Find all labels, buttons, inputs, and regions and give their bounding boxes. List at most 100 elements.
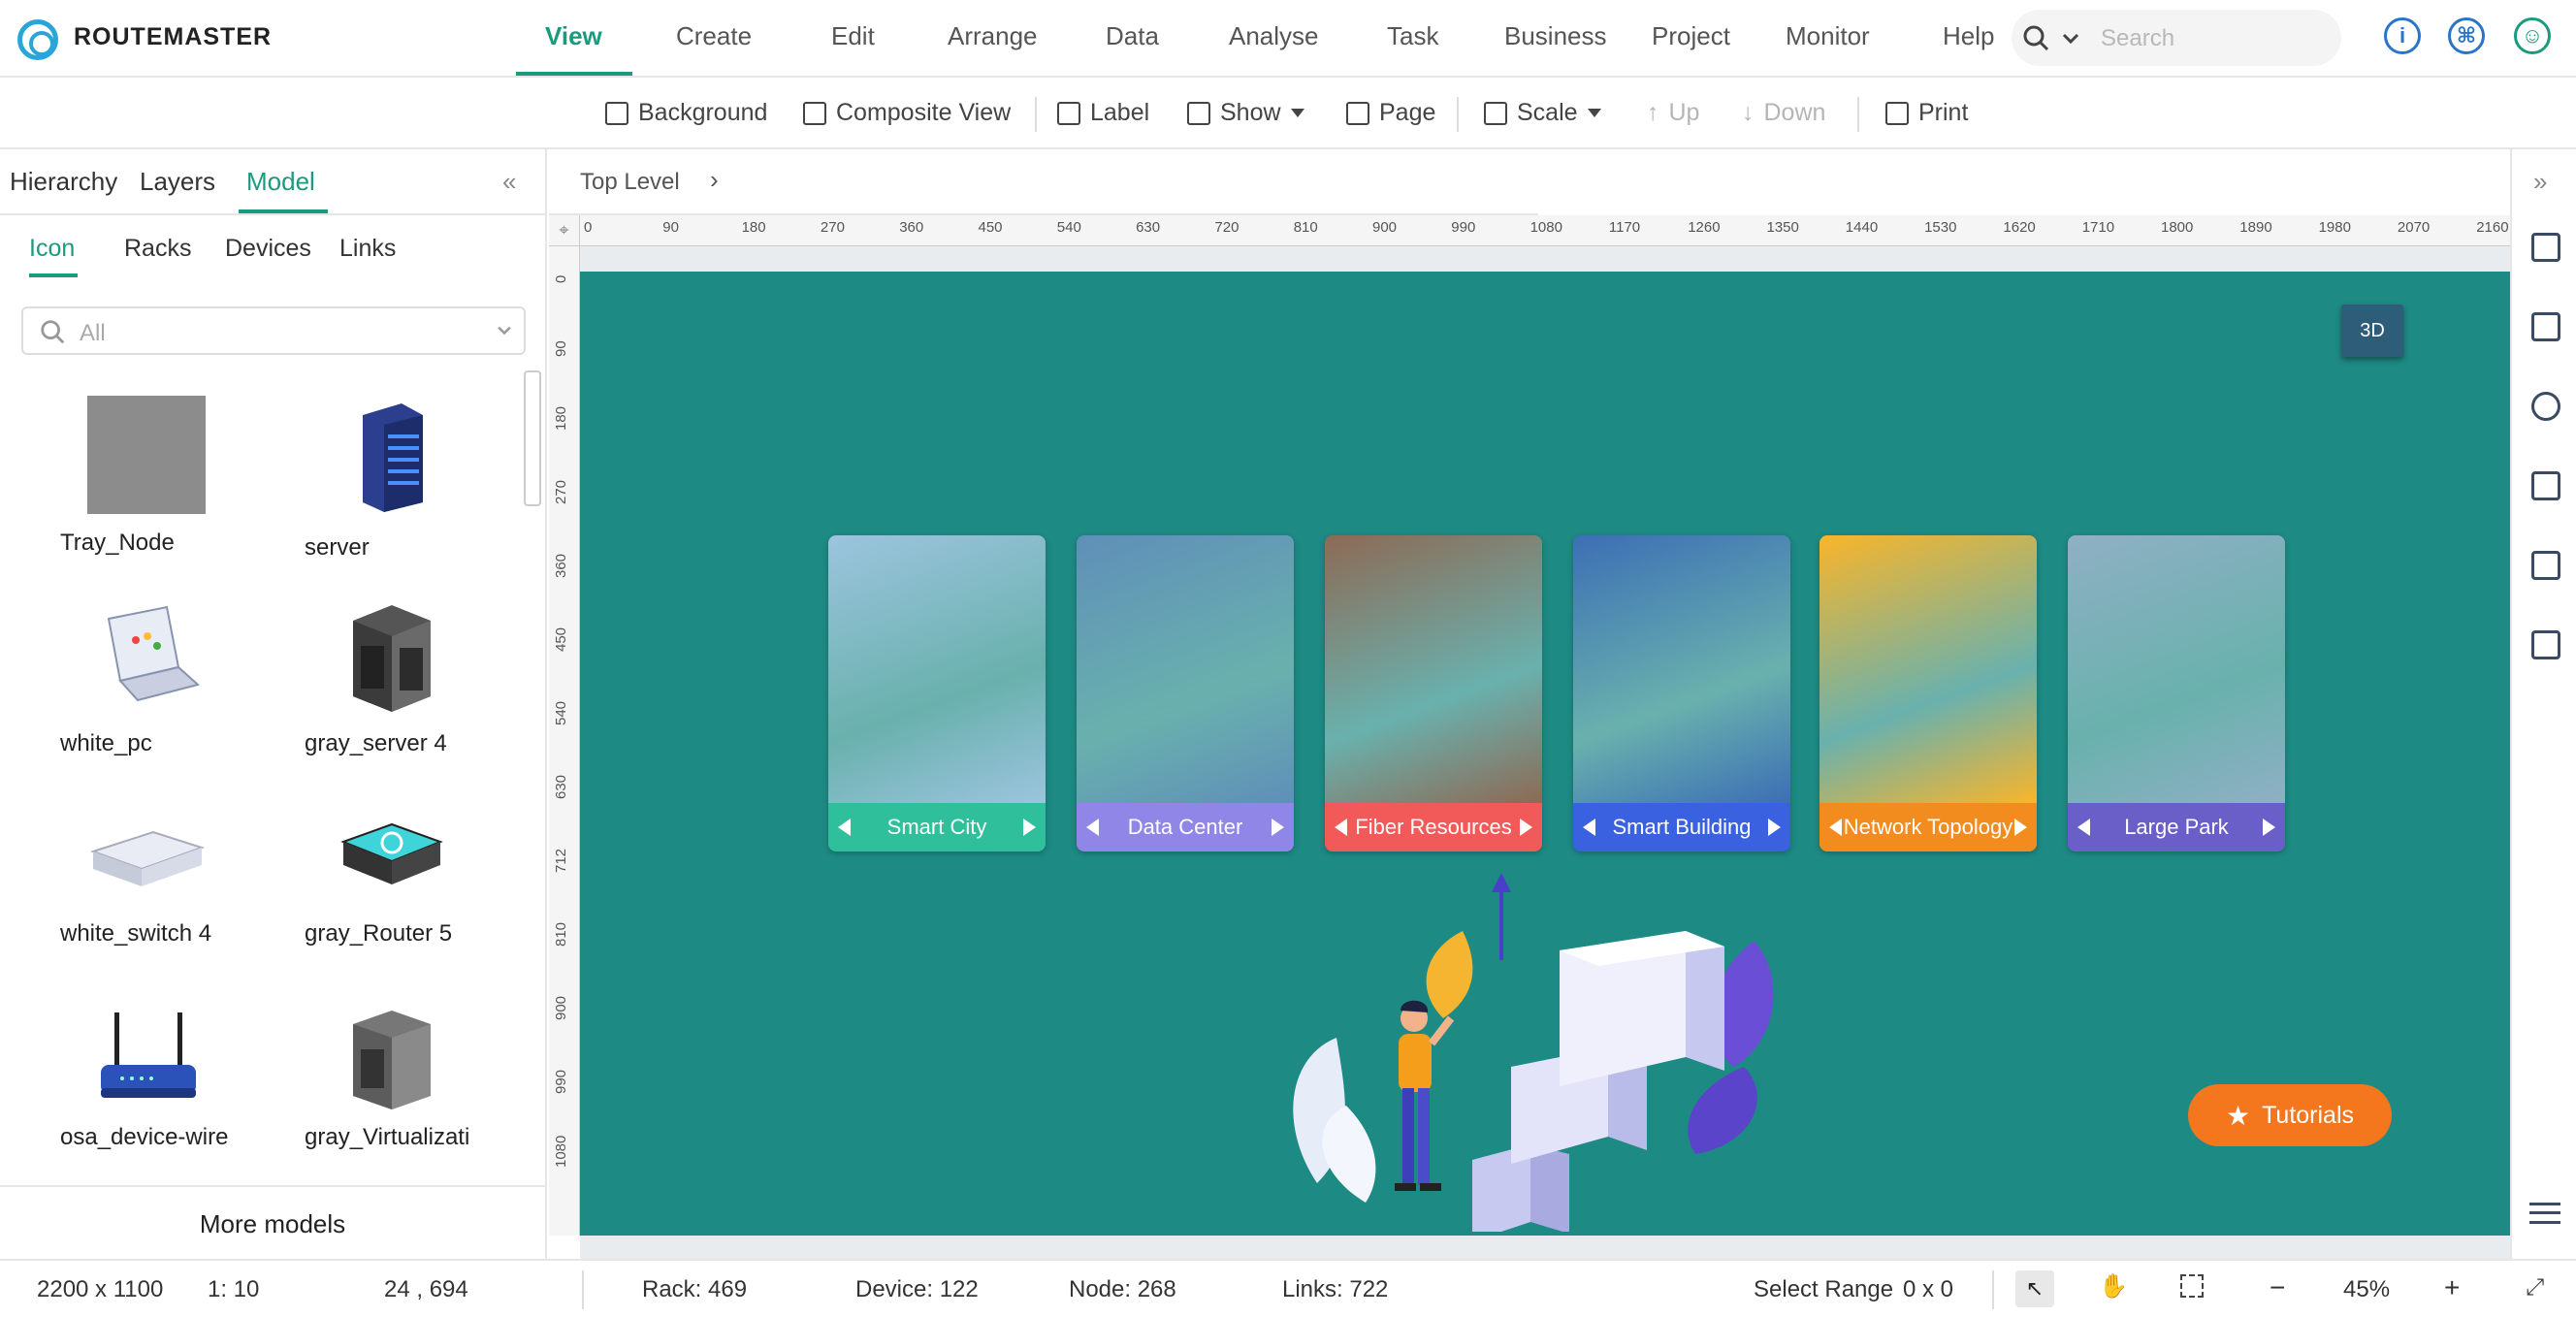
arrow-right-icon[interactable] (2014, 819, 2027, 836)
arrow-left-icon[interactable] (838, 819, 851, 836)
arrow-right-icon[interactable] (2263, 819, 2275, 836)
tutorials-button[interactable]: ★ Tutorials (2188, 1084, 2392, 1146)
label-button[interactable]: Label (1057, 99, 1149, 127)
menu-analyse[interactable]: Analyse (1229, 21, 1319, 51)
scene-card-fiber-resources[interactable]: Fiber Resources (1325, 535, 1542, 851)
search-box[interactable]: Search (2012, 10, 2341, 66)
3d-toggle-button[interactable]: 3D (2341, 305, 2403, 357)
arrow-left-icon[interactable] (1829, 819, 1842, 836)
scene-card-image (1077, 535, 1294, 803)
menu-business[interactable]: Business (1504, 21, 1607, 51)
scene-card-large-park[interactable]: Large Park (2068, 535, 2285, 851)
subtab-racks[interactable]: Racks (124, 235, 191, 263)
ruler-tick-label: 270 (820, 219, 845, 236)
down-button[interactable]: ↓ Down (1742, 99, 1825, 127)
scene-card-network-topology[interactable]: Network Topology (1819, 535, 2037, 851)
route-icon[interactable] (2531, 471, 2560, 500)
scene-card-data-center[interactable]: Data Center (1077, 535, 1294, 851)
search-input[interactable]: Search (2101, 25, 2174, 52)
menu-help[interactable]: Help (1943, 21, 1994, 51)
model-item-gray-virtualization[interactable]: gray_Virtualizati (305, 1007, 547, 1210)
model-filter-select[interactable]: All (21, 306, 526, 355)
menu-data[interactable]: Data (1106, 21, 1159, 51)
zoom-in-button[interactable]: + (2444, 1272, 2460, 1303)
expand-right-icon[interactable]: » (2533, 167, 2547, 197)
ruler-tick-label: 360 (899, 219, 924, 236)
menu-arrange[interactable]: Arrange (948, 21, 1038, 51)
menu-task[interactable]: Task (1387, 21, 1438, 51)
search-icon (41, 320, 65, 344)
menu-monitor[interactable]: Monitor (1786, 21, 1870, 51)
node-count: Node: 268 (1069, 1276, 1176, 1302)
ruler-origin-icon[interactable]: ⌖ (549, 215, 580, 246)
ruler-tick-label: 90 (662, 219, 679, 236)
scene-card-smart-building[interactable]: Smart Building (1573, 535, 1790, 851)
menu-project[interactable]: Project (1652, 21, 1730, 51)
up-button[interactable]: ↑ Up (1647, 99, 1699, 127)
show-dropdown[interactable]: Show (1187, 99, 1304, 127)
model-item-gray-router-5[interactable]: gray_Router 5 (305, 803, 547, 1007)
collapse-left-icon[interactable]: « (502, 167, 516, 197)
info-icon[interactable]: i (2384, 17, 2421, 54)
user-icon[interactable]: ☺ (2514, 17, 2551, 54)
scene-card-title: Large Park (2124, 815, 2229, 839)
status-divider (582, 1270, 584, 1309)
breadcrumb-top-level[interactable]: Top Level (580, 169, 680, 196)
print-label: Print (1918, 99, 1969, 126)
menu-edit[interactable]: Edit (831, 21, 875, 51)
list-icon[interactable] (2531, 312, 2560, 341)
print-button[interactable]: Print (1885, 99, 1968, 127)
tab-hierarchy[interactable]: Hierarchy (10, 167, 117, 197)
fit-screen-icon[interactable] (2180, 1274, 2204, 1298)
scene-card-smart-city[interactable]: Smart City (828, 535, 1046, 851)
model-item-osa-device-wire[interactable]: osa_device-wire (60, 1007, 303, 1210)
topology-canvas[interactable]: 3D Smart City Data Center Fiber Resources S… (580, 272, 2510, 1236)
topology-icon[interactable] (2531, 392, 2560, 421)
menu-view[interactable]: View (545, 21, 602, 51)
fullscreen-icon[interactable]: ⤢ (2526, 1274, 2544, 1301)
arrow-right-icon[interactable] (1519, 819, 1532, 836)
model-item-tray-node[interactable]: Tray_Node (60, 396, 303, 599)
model-item-white-switch-4[interactable]: white_switch 4 (60, 803, 303, 1007)
composite-view-button[interactable]: Composite View (803, 99, 1011, 127)
status-divider (1992, 1270, 1994, 1309)
hand-tool-icon[interactable]: ✋ (2099, 1272, 2128, 1301)
background-button[interactable]: Background (605, 99, 767, 127)
monitor-icon[interactable] (2531, 630, 2560, 659)
star-icon: ★ (2225, 1100, 2251, 1131)
zoom-out-button[interactable]: − (2270, 1272, 2285, 1303)
divider (0, 213, 545, 215)
model-item-server[interactable]: server (305, 396, 547, 599)
page-button[interactable]: Page (1346, 99, 1435, 127)
subtab-icon[interactable]: Icon (29, 235, 75, 263)
select-range-label: Select Range (1754, 1276, 1894, 1302)
horizontal-ruler: 0 90 180 270 360 450 540 630 720 810 900 990 1080 117… (580, 215, 2510, 246)
scene-card-image (1573, 535, 1790, 803)
arrow-right-icon[interactable] (1272, 819, 1284, 836)
arrow-left-icon[interactable] (1086, 819, 1099, 836)
model-item-label: gray_Router 5 (305, 920, 453, 947)
subtab-links[interactable]: Links (339, 235, 396, 263)
tab-layers[interactable]: Layers (140, 167, 215, 197)
ruler-tick-label: 1710 (2081, 219, 2115, 236)
arrow-left-icon[interactable] (1335, 819, 1347, 836)
image-icon[interactable] (2531, 233, 2560, 262)
tab-model[interactable]: Model (246, 167, 315, 197)
pointer-tool-icon[interactable]: ↖ (2015, 1270, 2054, 1307)
arrow-right-icon[interactable] (1023, 819, 1036, 836)
more-models-button[interactable]: More models (0, 1185, 545, 1259)
arrow-left-icon[interactable] (1583, 819, 1595, 836)
checklist-icon[interactable] (2531, 551, 2560, 580)
arrow-left-icon[interactable] (2077, 819, 2090, 836)
command-icon[interactable]: ⌘ (2448, 17, 2485, 54)
arrow-right-icon[interactable] (1767, 819, 1781, 836)
chevron-right-icon[interactable]: › (710, 165, 719, 195)
model-item-white-pc[interactable]: white_pc (60, 599, 303, 803)
menu-create[interactable]: Create (676, 21, 752, 51)
menu-icon[interactable] (2529, 1203, 2560, 1224)
scale-dropdown[interactable]: Scale (1484, 99, 1601, 127)
subtab-devices[interactable]: Devices (225, 235, 311, 263)
model-item-gray-server-4[interactable]: gray_server 4 (305, 599, 547, 803)
canvas-size: 2200 x 1100 (37, 1276, 164, 1302)
zoom-level: 45% (2343, 1276, 2391, 1302)
